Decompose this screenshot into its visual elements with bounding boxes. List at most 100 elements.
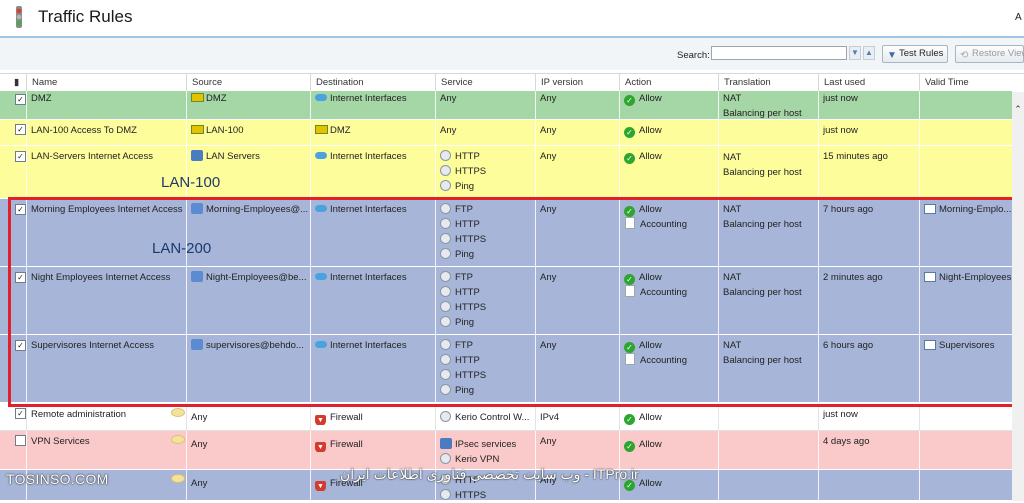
user-group-icon <box>191 203 203 214</box>
vertical-scrollbar[interactable] <box>1012 92 1024 501</box>
rule-name: LAN-100 Access To DMZ <box>31 125 137 136</box>
column-options-icon[interactable]: ▮ <box>10 74 26 92</box>
time-range-icon <box>924 272 936 282</box>
allow-icon: ✓ <box>624 414 635 425</box>
internet-icon <box>315 341 327 348</box>
comment-icon <box>171 474 185 483</box>
column-header-name[interactable]: Name <box>26 74 186 92</box>
host-group-icon <box>191 150 203 161</box>
table-row[interactable]: ✓ Supervisores Internet Access superviso… <box>0 335 1012 403</box>
rule-enable-checkbox[interactable]: ✓ <box>15 204 26 215</box>
time-range-icon <box>924 204 936 214</box>
service-icon <box>440 286 451 297</box>
lan-100-annotation: LAN-100 <box>161 174 221 191</box>
service-icon <box>440 301 451 312</box>
table-row[interactable]: ✓ DMZ DMZ Internet Interfaces Any Any ✓ A… <box>0 91 1012 120</box>
allow-icon: ✓ <box>624 342 635 353</box>
column-header-ip-version[interactable]: IP version <box>535 74 619 92</box>
title-bar: Traffic Rules A <box>0 0 1024 38</box>
table-row[interactable]: ✓ LAN-Servers Internet Access LAN Server… <box>0 146 1012 199</box>
column-header-source[interactable]: Source <box>186 74 310 92</box>
search-label: Search: <box>677 50 710 61</box>
rule-enable-checkbox[interactable]: ✓ <box>15 124 26 135</box>
rule-name: Morning Employees Internet Access <box>31 204 183 215</box>
network-icon <box>191 93 204 102</box>
column-header-translation[interactable]: Translation <box>718 74 818 92</box>
user-group-icon <box>191 339 203 350</box>
network-icon <box>191 125 204 134</box>
service-icon <box>440 453 451 464</box>
rule-enable-checkbox[interactable]: ✓ <box>15 151 26 162</box>
rule-enable-checkbox[interactable]: ✓ <box>15 340 26 351</box>
internet-icon <box>315 205 327 212</box>
column-header-last-used[interactable]: Last used <box>818 74 919 92</box>
allow-icon: ✓ <box>624 127 635 138</box>
allow-icon: ✓ <box>624 206 635 217</box>
watermark-left: TOSINSO.COM <box>6 471 109 487</box>
rule-name: Remote administration <box>31 409 127 420</box>
allow-icon: ✓ <box>624 274 635 285</box>
rule-enable-checkbox[interactable]: ✓ <box>15 272 26 283</box>
test-rules-button[interactable]: ▼ Test Rules <box>882 45 949 63</box>
service-icon <box>440 384 451 395</box>
service-icon <box>440 489 451 500</box>
page-title: Traffic Rules <box>38 7 133 26</box>
rule-name: VPN Services <box>31 436 90 447</box>
table-row[interactable]: ✓ Night Employees Internet Access Night-… <box>0 267 1012 335</box>
allow-icon: ✓ <box>624 95 635 106</box>
service-icon <box>440 180 451 191</box>
allow-icon: ✓ <box>624 441 635 452</box>
scroll-up-icon[interactable]: ⌃ <box>1013 104 1023 114</box>
service-icon <box>440 203 451 214</box>
service-icon <box>440 354 451 365</box>
firewall-icon: ▼ <box>315 415 326 425</box>
rule-enable-checkbox[interactable] <box>15 435 26 446</box>
rule-enable-checkbox[interactable]: ✓ <box>15 94 26 105</box>
column-header-service[interactable]: Service <box>435 74 535 92</box>
service-icon <box>440 218 451 229</box>
lan-200-annotation: LAN-200 <box>152 240 212 257</box>
table-row[interactable]: ✓ LAN-100 Access To DMZ LAN-100 DMZ Any … <box>0 120 1012 146</box>
watermark-right: ITPro.ir - وب سایت تخصصی فناوری اطلاعات … <box>340 466 639 482</box>
restore-view-button[interactable]: ⟲ Restore View <box>955 45 1024 63</box>
table-row[interactable]: VPN Services Any ▼ Firewall IPsec service… <box>0 431 1012 470</box>
rule-name: Supervisores Internet Access <box>31 340 155 351</box>
rule-name: DMZ <box>31 93 52 104</box>
service-icon <box>440 339 451 350</box>
traffic-light-icon <box>14 6 24 30</box>
search-down-icon[interactable]: ▼ <box>849 46 861 60</box>
service-icon <box>440 411 451 422</box>
column-header-destination[interactable]: Destination <box>310 74 435 92</box>
column-header-valid-time[interactable]: Valid Time <box>919 74 1012 92</box>
comment-icon <box>171 408 185 417</box>
service-icon <box>440 271 451 282</box>
ipsec-icon <box>440 438 452 449</box>
user-group-icon <box>191 271 203 282</box>
search-up-icon[interactable]: ▲ <box>863 46 875 60</box>
time-range-icon <box>924 340 936 350</box>
service-icon <box>440 165 451 176</box>
network-icon <box>315 125 328 134</box>
firewall-icon: ▼ <box>315 442 326 452</box>
accounting-icon <box>625 353 635 365</box>
restore-icon: ⟲ <box>960 50 969 61</box>
service-icon <box>440 248 451 259</box>
comment-icon <box>171 435 185 444</box>
service-icon <box>440 316 451 327</box>
firewall-icon: ▼ <box>315 481 326 491</box>
rule-name: LAN-Servers Internet Access <box>31 151 153 162</box>
title-right-char: A <box>1015 12 1022 23</box>
search-input[interactable] <box>711 46 847 60</box>
allow-icon: ✓ <box>624 153 635 164</box>
filter-icon: ▼ <box>887 50 897 61</box>
service-icon <box>440 369 451 380</box>
internet-icon <box>315 152 327 159</box>
internet-icon <box>315 94 327 101</box>
internet-icon <box>315 273 327 280</box>
accounting-icon <box>625 285 635 297</box>
table-row[interactable]: ✓ Remote administration Any ▼ Firewall Ke… <box>0 404 1012 431</box>
rule-enable-checkbox[interactable]: ✓ <box>15 408 26 419</box>
rule-name: Night Employees Internet Access <box>31 272 171 283</box>
table-header: ▮ Name Source Destination Service IP ver… <box>0 73 1024 93</box>
column-header-action[interactable]: Action <box>619 74 718 92</box>
